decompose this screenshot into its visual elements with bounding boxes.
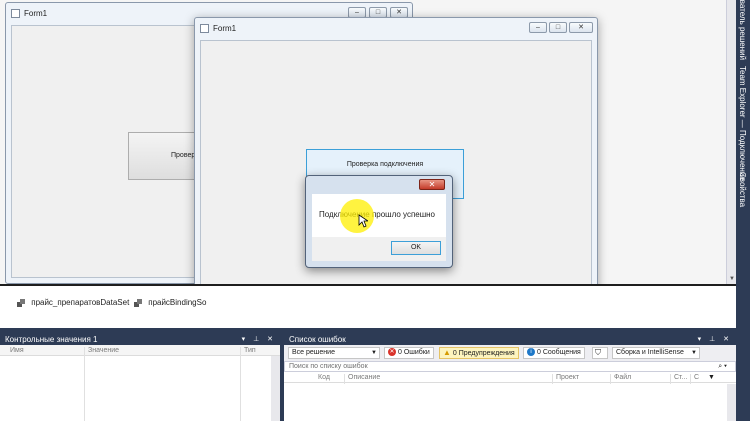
maximize-button[interactable]: □ — [549, 22, 567, 33]
warning-icon: ▲ — [443, 348, 451, 357]
watch-vertical-scrollbar[interactable] — [271, 356, 280, 421]
designer-form-title: Form1 — [24, 9, 48, 18]
component-tray: прайс_препаратовDataSet прайсBindingSo — [0, 284, 736, 328]
error-list-panel: Список ошибок ▾ ⊥ ✕ Все решение ▼ ✕ 0 Оши… — [284, 334, 736, 421]
error-icon: ✕ — [388, 348, 396, 357]
error-list-header: Код Описание Проект Файл Ст... С ▼ — [284, 372, 736, 384]
col-type[interactable]: Тип — [244, 347, 256, 354]
bindingsource-icon — [134, 299, 142, 307]
errors-filter-button[interactable]: ✕ 0 Ошибки — [384, 347, 434, 359]
dataset-icon — [17, 299, 25, 307]
message-box-close-button[interactable]: ✕ — [419, 179, 445, 190]
right-tool-tabs: Обозреватель решений Team Explorer — Под… — [736, 0, 750, 283]
tray-item-bindingsource[interactable]: прайсBindingSo — [133, 298, 206, 308]
mouse-cursor-icon — [358, 214, 368, 228]
search-icon[interactable]: ⌕ ▾ — [718, 362, 727, 371]
watch-panel: Контрольные значения 1 ▾ ⊥ ✕ Имя Значени… — [0, 334, 280, 421]
ok-button[interactable]: OK — [391, 241, 441, 255]
scroll-down-icon[interactable]: ▼ — [729, 276, 735, 282]
col-code[interactable]: Код — [318, 374, 330, 381]
error-list-toolbar: Все решение ▼ ✕ 0 Ошибки ▲ 0 Предупрежден… — [284, 345, 736, 361]
build-select[interactable]: Сборка и IntelliSense ▼ — [612, 347, 700, 359]
filter-icon[interactable]: ▼ — [708, 374, 715, 381]
col-suppression[interactable]: С — [694, 374, 699, 381]
watch-panel-body[interactable] — [0, 356, 280, 421]
tab-team-explorer[interactable]: Team Explorer — Подключение — [738, 66, 747, 181]
panel-controls[interactable]: ▾ ⊥ ✕ — [242, 334, 276, 345]
close-button[interactable]: ✕ — [569, 22, 593, 33]
error-list-vertical-scrollbar[interactable] — [727, 384, 736, 421]
messages-filter-button[interactable]: i0 Сообщения — [523, 347, 585, 359]
form-icon — [200, 24, 209, 33]
col-line[interactable]: Ст... — [674, 374, 687, 381]
message-box-footer: OK — [312, 237, 446, 261]
tab-solution-explorer[interactable]: Обозреватель решений — [738, 0, 747, 60]
col-description[interactable]: Описание — [348, 374, 380, 381]
filter-toggle-button[interactable]: ⛉ — [592, 347, 608, 359]
running-form-title: Form1 — [213, 24, 237, 33]
watch-panel-header: Имя Значение Тип — [0, 345, 280, 357]
form-icon — [11, 9, 20, 18]
tray-item-dataset[interactable]: прайс_препаратовDataSet — [16, 298, 129, 308]
chevron-down-icon: ▼ — [691, 350, 697, 356]
minimize-button[interactable]: – — [529, 22, 547, 33]
running-form-titlebar[interactable]: Form1 – □ ✕ — [195, 18, 597, 40]
watch-panel-titlebar: Контрольные значения 1 ▾ ⊥ ✕ — [0, 334, 280, 345]
col-name[interactable]: Имя — [10, 347, 24, 354]
panel-controls[interactable]: ▾ ⊥ ✕ — [698, 334, 732, 345]
info-icon: i — [527, 348, 535, 357]
tab-properties[interactable]: Свойства — [738, 172, 747, 207]
col-project[interactable]: Проект — [556, 374, 579, 381]
message-text: Подключение прошло успешно — [319, 210, 436, 219]
filter-icon: ⛉ — [595, 348, 601, 357]
error-list-titlebar: Список ошибок ▾ ⊥ ✕ — [284, 334, 736, 345]
error-list-body[interactable] — [284, 384, 736, 421]
col-file[interactable]: Файл — [614, 374, 631, 381]
chevron-down-icon: ▼ — [371, 350, 377, 356]
designer-vertical-scrollbar[interactable]: ▼ — [726, 0, 736, 284]
warnings-filter-button[interactable]: ▲ 0 Предупреждения — [439, 347, 519, 359]
scope-select[interactable]: Все решение ▼ — [288, 347, 380, 359]
col-value[interactable]: Значение — [88, 347, 119, 354]
message-box-content: Подключение прошло успешно — [312, 194, 446, 237]
cursor-highlight — [340, 199, 374, 233]
error-search-input[interactable]: Поиск по списку ошибок ⌕ ▾ — [284, 361, 736, 372]
message-box[interactable]: ✕ Подключение прошло успешно OK — [305, 175, 453, 268]
